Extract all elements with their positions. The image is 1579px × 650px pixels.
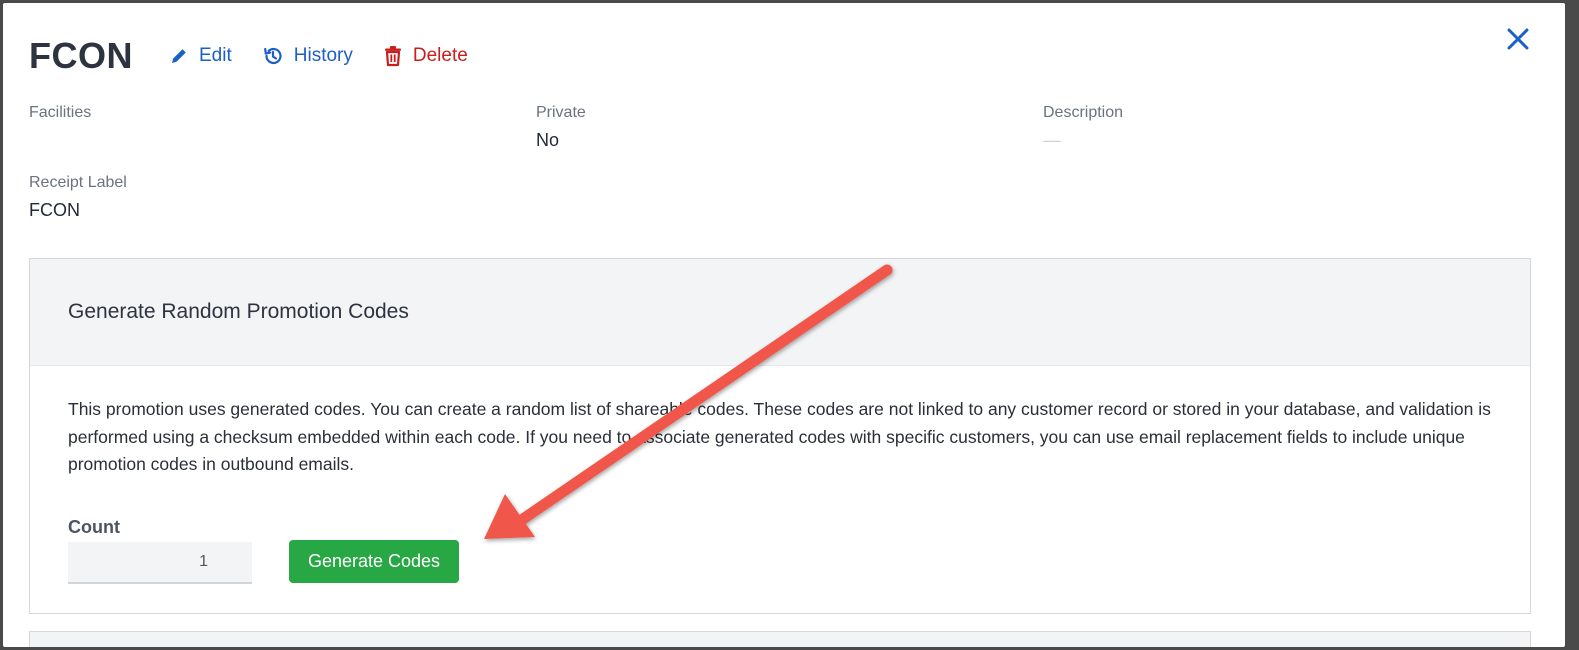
header: FCON Edit History Delete — [29, 35, 498, 77]
facilities-label: Facilities — [29, 104, 92, 121]
delete-label: Delete — [412, 45, 468, 66]
private-label: Private — [536, 104, 586, 121]
count-label: Count — [68, 517, 120, 537]
modal-window: FCON Edit History Delete Facilities Priv… — [3, 3, 1565, 647]
close-icon[interactable] — [1504, 25, 1532, 53]
page-title: FCON — [29, 35, 133, 76]
receipt-label-field: Receipt Label FCON — [29, 174, 127, 221]
panel-description: This promotion uses generated codes. You… — [68, 399, 1491, 474]
edit-button[interactable]: Edit — [169, 45, 232, 67]
history-button[interactable]: History — [262, 45, 353, 67]
delete-button[interactable]: Delete — [383, 45, 468, 67]
private-value: No — [536, 130, 560, 150]
description-value: — — [1043, 130, 1061, 150]
trash-icon — [384, 46, 401, 67]
edit-label: Edit — [199, 45, 232, 66]
description-label: Description — [1043, 104, 1124, 121]
count-input[interactable] — [68, 542, 252, 584]
history-label: History — [293, 45, 353, 66]
pencil-icon — [172, 49, 186, 63]
receipt-label-label: Receipt Label — [29, 174, 127, 191]
private-field: Private No — [536, 104, 586, 151]
generate-codes-button[interactable]: Generate Codes — [289, 540, 459, 583]
panel-title: Generate Random Promotion Codes — [68, 300, 409, 323]
next-panel — [29, 631, 1531, 647]
generate-codes-panel: Generate Random Promotion Codes This pro… — [29, 258, 1531, 614]
facilities-field: Facilities — [29, 104, 91, 130]
description-field: Description — — [1043, 104, 1123, 151]
panel-header: Generate Random Promotion Codes — [30, 259, 1530, 366]
receipt-label-value: FCON — [29, 200, 80, 220]
history-icon — [263, 47, 282, 65]
